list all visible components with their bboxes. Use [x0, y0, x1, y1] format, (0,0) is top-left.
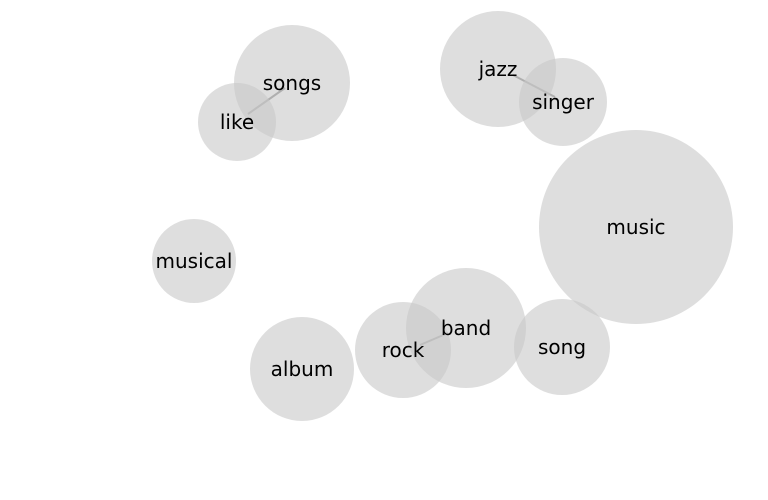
label-songs: songs [263, 71, 321, 95]
word-bubble-diagram: songs like jazz singer music musical band rock s… [152, 11, 733, 421]
label-jazz: jazz [478, 57, 518, 81]
label-musical: musical [156, 249, 233, 273]
label-music: music [606, 215, 665, 239]
label-singer: singer [532, 90, 595, 114]
label-rock: rock [382, 338, 425, 362]
label-band: band [441, 316, 491, 340]
label-album: album [271, 357, 334, 381]
label-song: song [538, 335, 586, 359]
label-like: like [220, 110, 254, 134]
